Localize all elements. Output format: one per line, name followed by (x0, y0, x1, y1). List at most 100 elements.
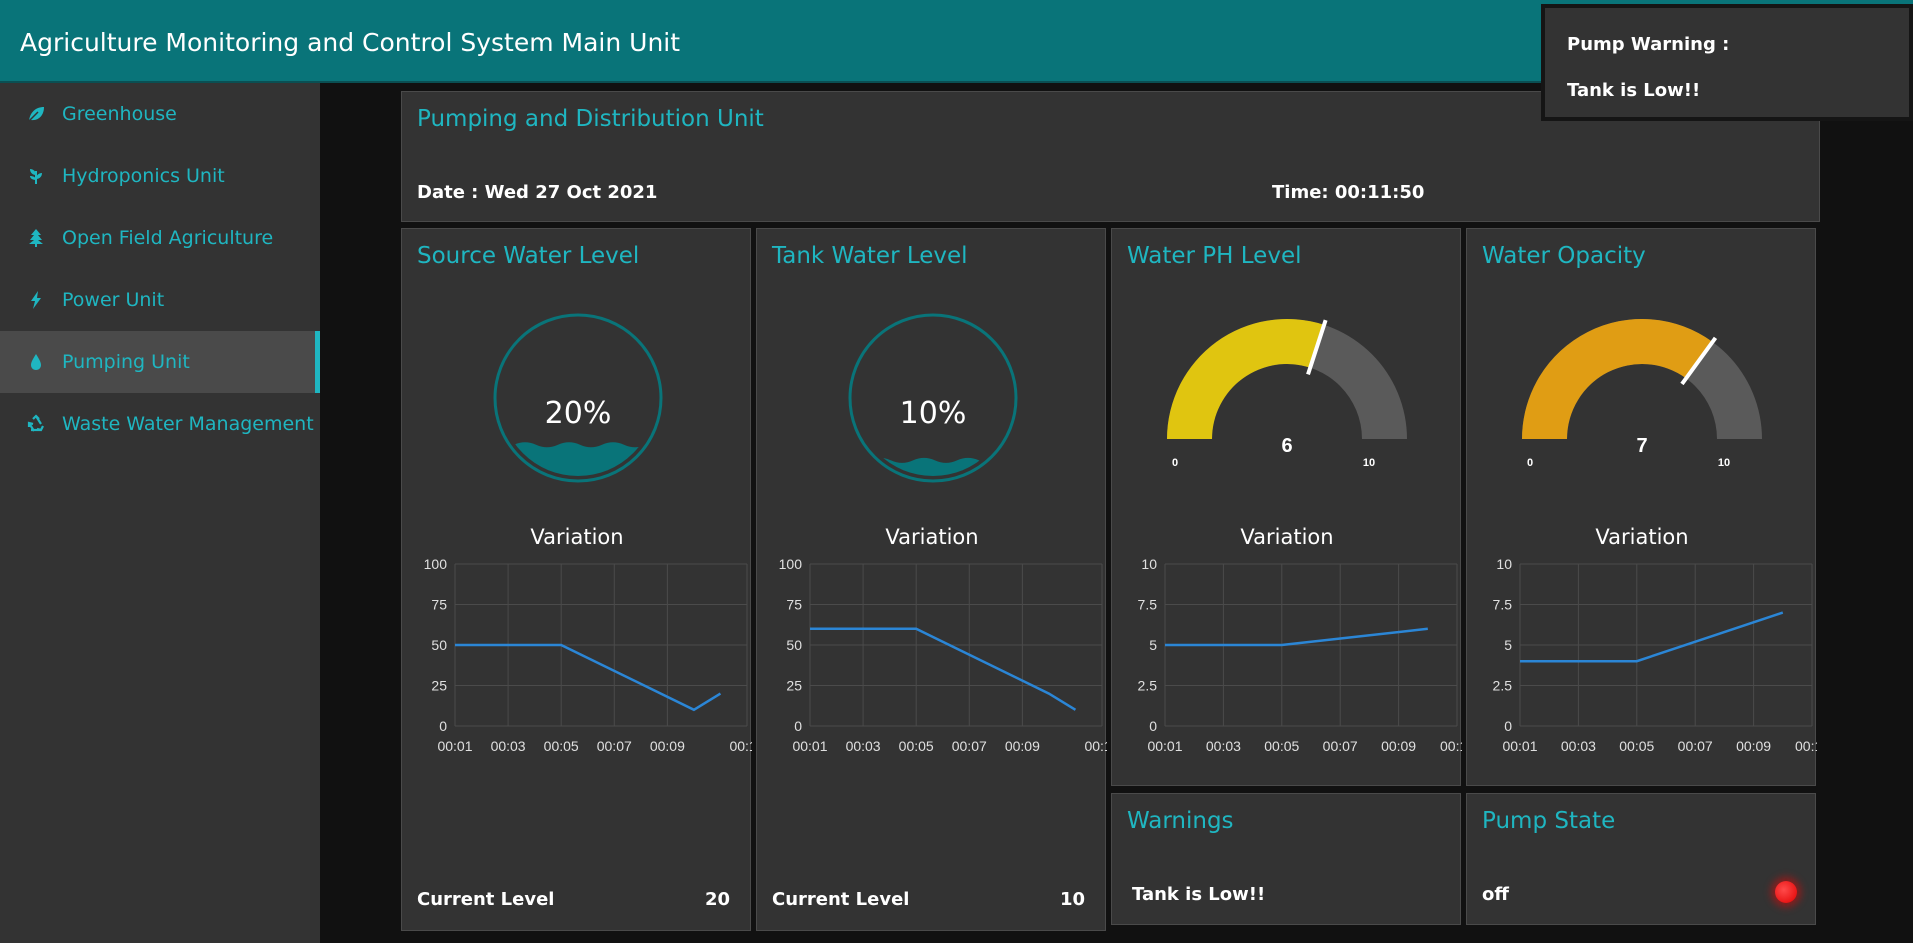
y-tick-label: 75 (431, 597, 447, 613)
sidebar-item-label: Pumping Unit (62, 351, 190, 373)
y-tick-label: 50 (431, 637, 447, 653)
y-tick-label: 100 (779, 559, 803, 572)
leaf-icon (26, 104, 46, 124)
app-title: Agriculture Monitoring and Control Syste… (20, 28, 681, 57)
ph-gauge-max: 10 (1363, 457, 1375, 469)
page-title: Pumping and Distribution Unit (417, 106, 764, 132)
date-display: Date : Wed 27 Oct 2021 (417, 182, 658, 203)
tank-level-ring: 10% (847, 312, 1019, 484)
series-line (810, 627, 1077, 711)
current-level-value: 20 (704, 889, 730, 910)
source-level-ring: 20% (492, 312, 664, 484)
sidebar-item-label: Power Unit (62, 289, 165, 311)
x-tick-label: 00:03 (846, 738, 881, 754)
ph-gauge-min: 0 (1172, 457, 1178, 469)
x-tick-label: 00:05 (544, 738, 579, 754)
y-tick-label: 7.5 (1138, 597, 1158, 613)
y-tick-label: 25 (786, 678, 802, 694)
sidebar-item-pumping[interactable]: Pumping Unit (0, 331, 320, 393)
pump-state-value: off (1482, 884, 1509, 905)
y-tick-label: 0 (1149, 718, 1157, 734)
sidebar-item-label: Hydroponics Unit (62, 165, 225, 187)
x-tick-label: 00:05 (1619, 738, 1654, 754)
x-tick-label: 00:05 (899, 738, 934, 754)
x-tick-label: 00:09 (1381, 738, 1416, 754)
x-tick-label: 00:09 (1736, 738, 1771, 754)
card-title: Pump State (1482, 808, 1616, 834)
sidebar-item-greenhouse[interactable]: Greenhouse (0, 83, 320, 145)
x-tick-label: 00:07 (952, 738, 987, 754)
y-tick-label: 7.5 (1493, 597, 1513, 613)
chart-title: Variation (1595, 525, 1689, 549)
x-tick-label: 00:11 (1795, 738, 1817, 754)
pump-status-led (1775, 881, 1797, 903)
tank-variation-chart: 0 25 50 75 100 00:01 00:03 00:05 00:07 00:09 00:12 (779, 559, 1107, 754)
y-tick-label: 25 (431, 678, 447, 694)
sidebar-item-hydroponics[interactable]: Hydroponics Unit (0, 145, 320, 207)
sidebar-item-waste-water[interactable]: Waste Water Management (0, 393, 320, 455)
water-ph-card: Water PH Level 6 0 10 Variation 0 2.5 5 7.5… (1111, 228, 1462, 786)
pump-warning-toast[interactable]: Pump Warning : Tank is Low!! (1541, 4, 1913, 121)
ph-variation-chart: 0 2.5 5 7.5 10 00:01 00:03 00:05 00:07 00:09 00:11 (1138, 559, 1462, 754)
card-title: Tank Water Level (772, 243, 968, 269)
x-tick-label: 00:01 (1147, 738, 1182, 754)
card-title: Source Water Level (417, 243, 640, 269)
tree-icon (26, 228, 46, 248)
x-tick-label: 00:12 (729, 738, 752, 754)
y-tick-label: 0 (439, 718, 447, 734)
current-level-label: Current Level (417, 889, 555, 910)
sidebar-item-label: Open Field Agriculture (62, 227, 274, 249)
toast-title: Pump Warning : (1567, 34, 1730, 55)
sidebar-item-label: Waste Water Management (62, 413, 314, 435)
x-tick-label: 00:01 (792, 738, 827, 754)
y-tick-label: 10 (1496, 559, 1512, 572)
tank-level-percent: 10% (899, 396, 967, 431)
card-title: Water Opacity (1482, 243, 1646, 269)
opacity-gauge: 7 0 10 (1522, 319, 1762, 469)
y-tick-label: 50 (786, 637, 802, 653)
series-line (455, 643, 722, 712)
warning-message: Tank is Low!! (1132, 884, 1266, 905)
y-tick-label: 0 (794, 718, 802, 734)
x-tick-label: 00:07 (1678, 738, 1713, 754)
sidebar: Greenhouse Hydroponics Unit Open Field A… (0, 83, 320, 943)
y-tick-label: 5 (1149, 637, 1157, 653)
current-level-value: 10 (1059, 889, 1085, 910)
x-tick-label: 00:05 (1264, 738, 1299, 754)
plant-icon (26, 166, 46, 186)
ph-gauge-fill (1167, 319, 1325, 439)
current-level-label: Current Level (772, 889, 910, 910)
source-water-card: Source Water Level 20% Variation 0 25 50 75… (401, 228, 752, 931)
x-tick-label: 00:11 (1440, 738, 1462, 754)
tank-water-card: Tank Water Level 10% Variation 0 25 50 75 10… (756, 228, 1107, 931)
pump-state-panel: Pump State off (1466, 793, 1816, 925)
droplet-icon (26, 352, 46, 372)
toast-message: Tank is Low!! (1567, 80, 1701, 101)
bolt-icon (26, 290, 46, 310)
sidebar-item-open-field[interactable]: Open Field Agriculture (0, 207, 320, 269)
sidebar-item-power[interactable]: Power Unit (0, 269, 320, 331)
card-title: Water PH Level (1127, 243, 1302, 269)
source-level-percent: 20% (544, 396, 612, 431)
x-tick-label: 00:09 (650, 738, 685, 754)
chart-title: Variation (1240, 525, 1334, 549)
source-variation-chart: 0 25 50 75 100 00:01 00:03 00:05 00:07 00:09 00:12 (424, 559, 752, 754)
sidebar-item-label: Greenhouse (62, 103, 177, 125)
recycle-icon (26, 414, 46, 434)
chart-title: Variation (885, 525, 979, 549)
x-tick-label: 00:07 (597, 738, 632, 754)
x-tick-label: 00:12 (1084, 738, 1107, 754)
x-tick-label: 00:01 (1502, 738, 1537, 754)
y-tick-label: 0 (1504, 718, 1512, 734)
x-tick-label: 00:01 (437, 738, 472, 754)
ph-gauge-value: 6 (1281, 435, 1292, 457)
card-title: Warnings (1127, 808, 1234, 834)
chart-title: Variation (530, 525, 624, 549)
opacity-gauge-min: 0 (1527, 457, 1533, 469)
series-line (1520, 611, 1784, 663)
x-tick-label: 00:03 (1206, 738, 1241, 754)
y-tick-label: 2.5 (1138, 678, 1158, 694)
x-tick-label: 00:09 (1005, 738, 1040, 754)
opacity-gauge-max: 10 (1718, 457, 1730, 469)
y-tick-label: 75 (786, 597, 802, 613)
